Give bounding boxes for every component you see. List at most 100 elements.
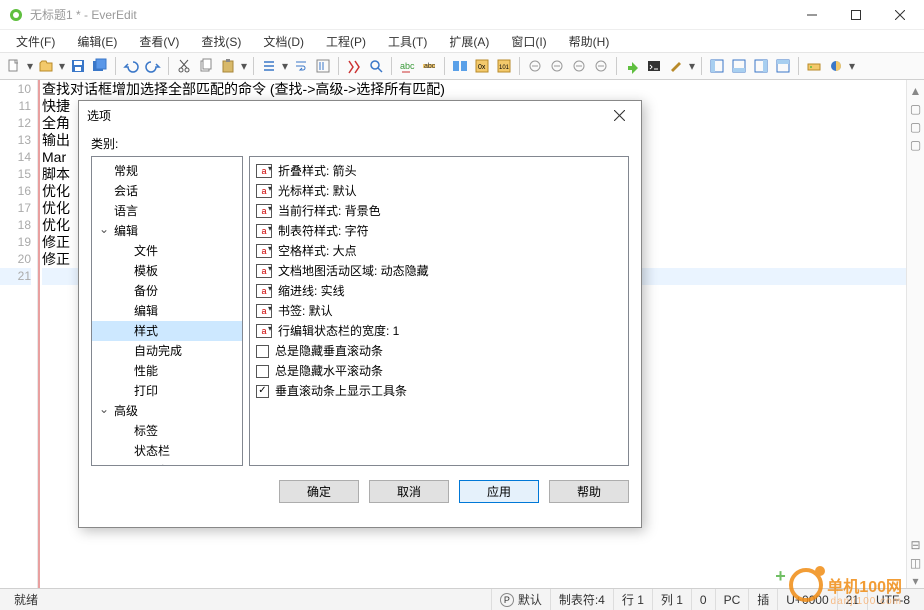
property-row[interactable]: a书签: 默认 (256, 301, 622, 321)
settings-icon[interactable] (666, 56, 686, 76)
redo-icon[interactable] (143, 56, 163, 76)
property-row[interactable]: a折叠样式: 箭头 (256, 161, 622, 181)
marker2-icon[interactable]: ▢ (909, 120, 923, 134)
tree-node[interactable]: 标签 (92, 421, 242, 441)
property-row[interactable]: 总是隐藏垂直滚动条 (256, 341, 622, 361)
dialog-close-button[interactable] (605, 104, 633, 126)
link3-icon[interactable] (569, 56, 589, 76)
checkbox-icon[interactable] (256, 345, 269, 358)
highlight-icon[interactable]: abc (419, 56, 439, 76)
find-icon[interactable] (344, 56, 364, 76)
property-row[interactable]: a空格样式: 大点 (256, 241, 622, 261)
tree-node[interactable]: 会话 (92, 181, 242, 201)
open-file-icon[interactable] (36, 56, 56, 76)
dropdown-icon[interactable]: ▾ (240, 59, 248, 73)
copy-icon[interactable] (196, 56, 216, 76)
status-os[interactable]: PC (715, 589, 749, 610)
split-h-icon[interactable]: ⊟ (909, 538, 923, 552)
panel3-icon[interactable] (751, 56, 771, 76)
menu-file[interactable]: 文件(F) (6, 31, 65, 52)
tree-node[interactable]: 文件 (92, 241, 242, 261)
dropdown-icon[interactable]: ▾ (688, 59, 696, 73)
ok-button[interactable]: 确定 (279, 480, 359, 503)
property-row[interactable]: a当前行样式: 背景色 (256, 201, 622, 221)
tree-node[interactable]: 状态栏 (92, 441, 242, 461)
save-all-icon[interactable] (90, 56, 110, 76)
marker3-icon[interactable]: ▢ (909, 138, 923, 152)
split-v-icon[interactable]: ◫ (909, 556, 923, 570)
menu-document[interactable]: 文档(D) (253, 31, 314, 52)
marker1-icon[interactable]: ▢ (909, 102, 923, 116)
menu-help[interactable]: 帮助(H) (559, 31, 620, 52)
new-file-icon[interactable] (4, 56, 24, 76)
tree-node[interactable]: 打印 (92, 381, 242, 401)
property-row[interactable]: a光标样式: 默认 (256, 181, 622, 201)
compare-icon[interactable] (450, 56, 470, 76)
apply-button[interactable]: 应用 (459, 480, 539, 503)
menu-edit[interactable]: 编辑(E) (67, 31, 127, 52)
minimize-button[interactable] (790, 1, 834, 29)
plugin-icon[interactable] (622, 56, 642, 76)
menu-tools[interactable]: 工具(T) (378, 31, 437, 52)
hex-icon[interactable]: 0x (472, 56, 492, 76)
tree-node[interactable]: 编辑 (92, 301, 242, 321)
tree-node[interactable]: 常规 (92, 161, 242, 181)
dropdown-icon[interactable]: ▾ (848, 59, 856, 73)
checkbox-icon[interactable] (256, 365, 269, 378)
menu-search[interactable]: 查找(S) (191, 31, 251, 52)
status-line[interactable]: 行 1 (613, 589, 652, 610)
panel4-icon[interactable] (773, 56, 793, 76)
indent-guides-icon[interactable] (313, 56, 333, 76)
tree-node[interactable]: ⌄高级 (92, 401, 242, 421)
tree-node[interactable]: 样式 (92, 321, 242, 341)
menu-addons[interactable]: 扩展(A) (439, 31, 499, 52)
help-button[interactable]: 帮助 (549, 480, 629, 503)
terminal-icon[interactable] (644, 56, 664, 76)
tree-node[interactable]: 自动完成 (92, 341, 242, 361)
status-ins[interactable]: 插 (748, 589, 777, 610)
down-arrow-icon[interactable]: ▾ (909, 574, 923, 588)
replace-icon[interactable] (366, 56, 386, 76)
property-row[interactable]: a缩进线: 实线 (256, 281, 622, 301)
list-icon[interactable] (259, 56, 279, 76)
menu-view[interactable]: 查看(V) (129, 31, 189, 52)
property-row[interactable]: a制表符样式: 字符 (256, 221, 622, 241)
dropdown-icon[interactable]: ▾ (281, 59, 289, 73)
up-arrow-icon[interactable]: ▲ (909, 84, 923, 98)
tree-node[interactable]: 备份 (92, 281, 242, 301)
menu-project[interactable]: 工程(P) (316, 31, 376, 52)
dropdown-icon[interactable]: ▾ (26, 59, 34, 73)
cancel-button[interactable]: 取消 (369, 480, 449, 503)
property-row[interactable]: ✓垂直滚动条上显示工具条 (256, 381, 622, 401)
tree-node[interactable]: ⌄编辑 (92, 221, 242, 241)
link4-icon[interactable] (591, 56, 611, 76)
property-list[interactable]: a折叠样式: 箭头a光标样式: 默认a当前行样式: 背景色a制表符样式: 字符a… (249, 156, 629, 466)
property-row[interactable]: 总是隐藏水平滚动条 (256, 361, 622, 381)
link2-icon[interactable] (547, 56, 567, 76)
panel2-icon[interactable] (729, 56, 749, 76)
tree-node[interactable]: 工具条 (92, 461, 242, 466)
paste-icon[interactable] (218, 56, 238, 76)
maximize-button[interactable] (834, 1, 878, 29)
ftp-icon[interactable] (804, 56, 824, 76)
tree-node[interactable]: 语言 (92, 201, 242, 221)
browser-icon[interactable] (826, 56, 846, 76)
property-row[interactable]: a文档地图活动区域: 动态隐藏 (256, 261, 622, 281)
binary-icon[interactable]: 101 (494, 56, 514, 76)
undo-icon[interactable] (121, 56, 141, 76)
panel1-icon[interactable] (707, 56, 727, 76)
wrap-icon[interactable] (291, 56, 311, 76)
category-tree[interactable]: 常规会话语言⌄编辑文件模板备份编辑样式自动完成性能打印⌄高级标签状态栏工具条 (91, 156, 243, 466)
tree-node[interactable]: 性能 (92, 361, 242, 381)
status-col[interactable]: 列 1 (652, 589, 691, 610)
cut-icon[interactable] (174, 56, 194, 76)
save-icon[interactable] (68, 56, 88, 76)
menu-window[interactable]: 窗口(I) (501, 31, 556, 52)
status-ime[interactable]: P默认 (491, 589, 550, 610)
checkbox-icon[interactable]: ✓ (256, 385, 269, 398)
close-button[interactable] (878, 1, 922, 29)
tree-node[interactable]: 模板 (92, 261, 242, 281)
dropdown-icon[interactable]: ▾ (58, 59, 66, 73)
status-tab[interactable]: 制表符:4 (550, 589, 613, 610)
spellcheck-icon[interactable]: abc (397, 56, 417, 76)
